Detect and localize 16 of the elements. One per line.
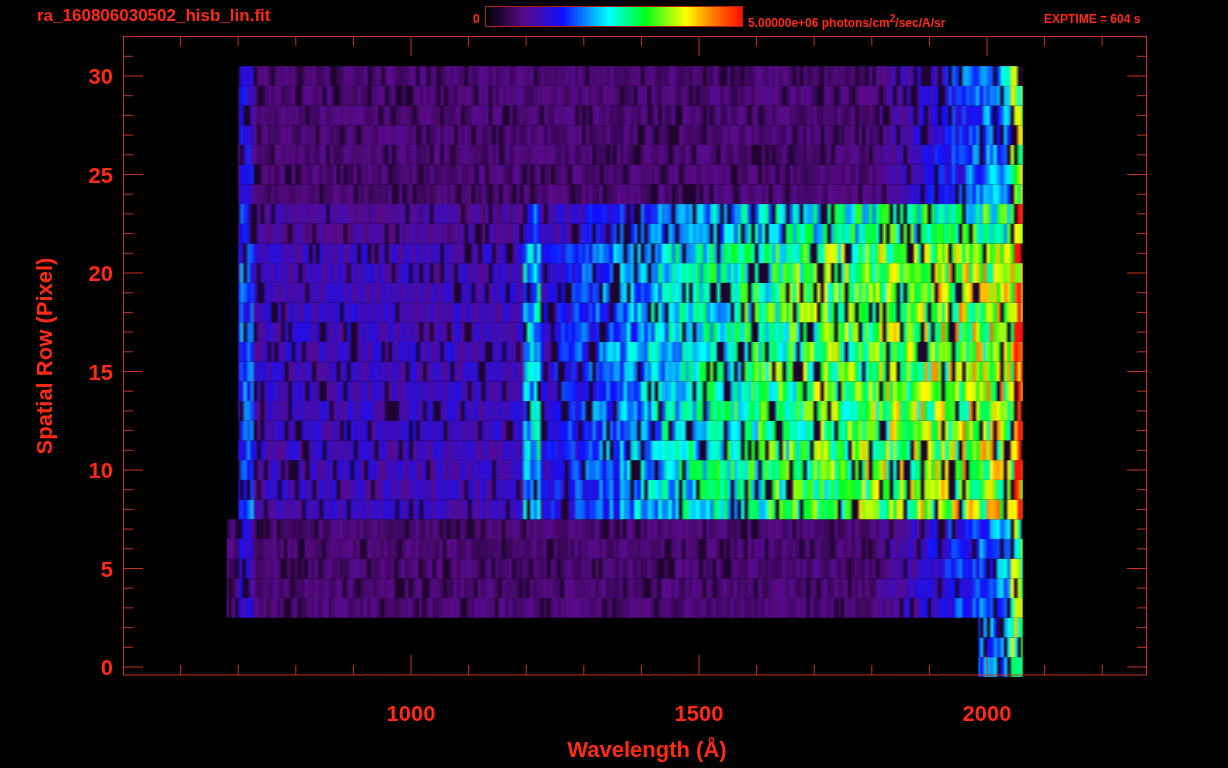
x-tick-label: 1000 — [386, 701, 436, 726]
file-title: ra_160806030502_hisb_lin.fit — [37, 6, 272, 26]
x-axis-label: Wavelength (Å) — [567, 737, 727, 762]
y-tick-label: 20 — [88, 261, 113, 286]
y-tick-label: 15 — [88, 359, 113, 385]
y-tick-label: 10 — [88, 458, 113, 483]
y-tick-label: 5 — [100, 556, 113, 582]
x-tick-label: 2000 — [962, 701, 1012, 726]
exposure-time: EXPTIME = 604 s — [1044, 11, 1141, 28]
colorbar-min-label: 0 — [473, 11, 481, 28]
colorbar-max-label: 5.00000e+06 photons/cm$^{2}$/sec/A/sr — [748, 12, 947, 32]
x-tick-label: 1500 — [674, 701, 724, 726]
y-axis-label: Spatial Row (Pixel) — [32, 257, 57, 455]
y-tick-label: 25 — [88, 162, 113, 188]
y-tick-label: 30 — [88, 64, 113, 89]
y-tick-label: 0 — [100, 655, 113, 680]
